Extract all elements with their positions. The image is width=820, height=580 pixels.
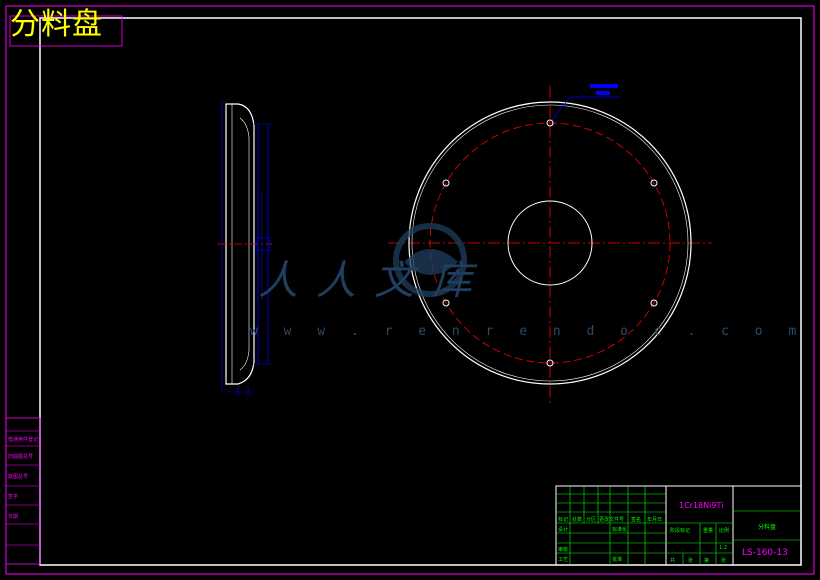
front-view bbox=[388, 84, 712, 404]
tb-bottom-1: 张 bbox=[688, 557, 693, 564]
tb-bottom-0: 共 bbox=[670, 557, 675, 564]
tb-bottom-3: 张 bbox=[721, 557, 726, 564]
tb-mid-2: 比例 bbox=[719, 527, 729, 534]
tb-row-0: 设计 bbox=[558, 526, 568, 533]
tb-header-4: 签名 bbox=[631, 516, 641, 523]
tb-bottom-2: 第 bbox=[704, 557, 709, 564]
watermark-name: 人人文库 bbox=[258, 258, 490, 304]
tb-material: 1Cr18Ni9Ti bbox=[679, 501, 723, 510]
tb-scale: 1:2 bbox=[719, 545, 727, 551]
tb-header-2: 分区 bbox=[586, 516, 596, 523]
strip-item-2: 底图总号 bbox=[8, 473, 28, 480]
tb-header-1: 处数 bbox=[572, 516, 582, 523]
tb-header-3: 更改文件号 bbox=[599, 516, 624, 523]
tb-row-1: 审核 bbox=[558, 546, 568, 553]
tb-mid-0: 阶段标记 bbox=[670, 527, 690, 534]
strip-item-0: 借通用件登记 bbox=[8, 436, 38, 443]
strip-item-1: 旧底图总号 bbox=[8, 453, 33, 460]
tb-part-name: 分料盘 bbox=[758, 523, 776, 531]
tb-header-0: 标记 bbox=[558, 516, 568, 523]
left-strip: 借通用件登记 旧底图总号 底图总号 签字 日期 bbox=[5, 417, 41, 565]
tb-mid-1: 重量 bbox=[703, 527, 713, 534]
tb-header-5: 年月日 bbox=[647, 516, 662, 523]
page-title: 分料盘 bbox=[10, 7, 103, 42]
tb-approve: 批准 bbox=[612, 556, 622, 563]
watermark-url: w w w . r e n r e n d o c . c o m bbox=[250, 324, 806, 339]
tb-standardization: 标准化 bbox=[612, 526, 627, 533]
strip-item-4: 日期 bbox=[8, 514, 18, 520]
title-block: 标记 处数 分区 更改文件号 签名 年月日 设计 审核 工艺 标准化 批准 阶段… bbox=[555, 485, 802, 566]
tb-row-2: 工艺 bbox=[558, 557, 568, 563]
tb-drawing-number: LS-160-13 bbox=[742, 548, 788, 558]
strip-item-3: 签字 bbox=[8, 493, 18, 500]
